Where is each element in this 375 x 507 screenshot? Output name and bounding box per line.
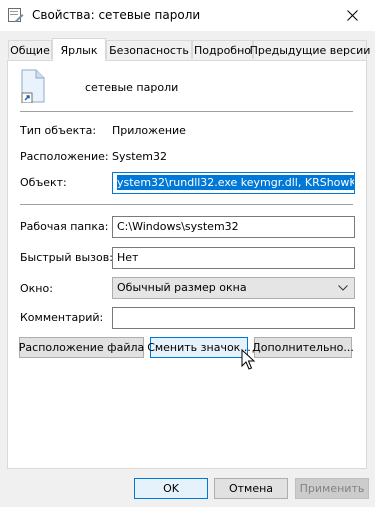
wrench-document-icon [8,8,24,22]
advanced-button[interactable]: Дополнительно... [252,337,354,358]
tab-shortcut[interactable]: Ярлык [52,38,106,61]
cancel-button[interactable]: Отмена [214,478,288,499]
target-value: ystem32\rundll32.exe keymgr.dll, KRShowK… [117,175,354,190]
tab-general[interactable]: Общие [8,40,52,59]
close-icon [346,10,358,21]
ok-button[interactable]: OK [134,478,208,499]
run-label: Окно: [20,282,53,295]
hotkey-label: Быстрый вызов: [20,251,113,264]
location-value: System32 [112,150,168,163]
start-in-value: C:\Windows\system32 [117,220,239,233]
tab-strip: Общие Ярлык Безопасность Подробно Предыд… [8,38,370,61]
hotkey-input[interactable]: Нет [112,247,355,269]
tab-details[interactable]: Подробно [192,40,253,59]
comment-input[interactable] [112,307,355,329]
window-title: Свойства: сетевые пароли [32,8,201,22]
run-value: Обычный размер окна [117,281,247,294]
shortcut-name: сетевые пароли [85,81,179,94]
apply-button[interactable]: Применить [295,478,369,499]
title-bar: Свойства: сетевые пароли [0,0,375,31]
comment-label: Комментарий: [20,311,104,324]
close-button[interactable] [329,0,375,31]
chevron-down-icon [338,285,348,291]
location-label: Расположение: [20,150,109,163]
shortcut-tab-panel: сетевые пароли Тип объекта: Приложение Р… [7,60,367,469]
tab-security[interactable]: Безопасность [106,40,192,59]
separator [20,204,353,205]
target-input[interactable]: ystem32\rundll32.exe keymgr.dll, KRShowK… [112,172,355,194]
start-in-input[interactable]: C:\Windows\system32 [112,216,355,238]
run-select[interactable]: Обычный размер окна [112,277,355,299]
tab-previous-versions[interactable]: Предыдущие версии [250,40,370,59]
separator [20,111,353,112]
shortcut-file-icon [21,69,45,103]
start-in-label: Рабочая папка: [20,220,109,233]
mouse-cursor-icon [241,349,255,370]
type-value: Приложение [112,124,186,137]
change-icon-button[interactable]: Сменить значок... [147,337,251,358]
open-file-location-button[interactable]: Расположение файла [19,337,144,358]
hotkey-value: Нет [117,251,139,264]
type-label: Тип объекта: [20,124,97,137]
target-label: Объект: [20,176,67,189]
